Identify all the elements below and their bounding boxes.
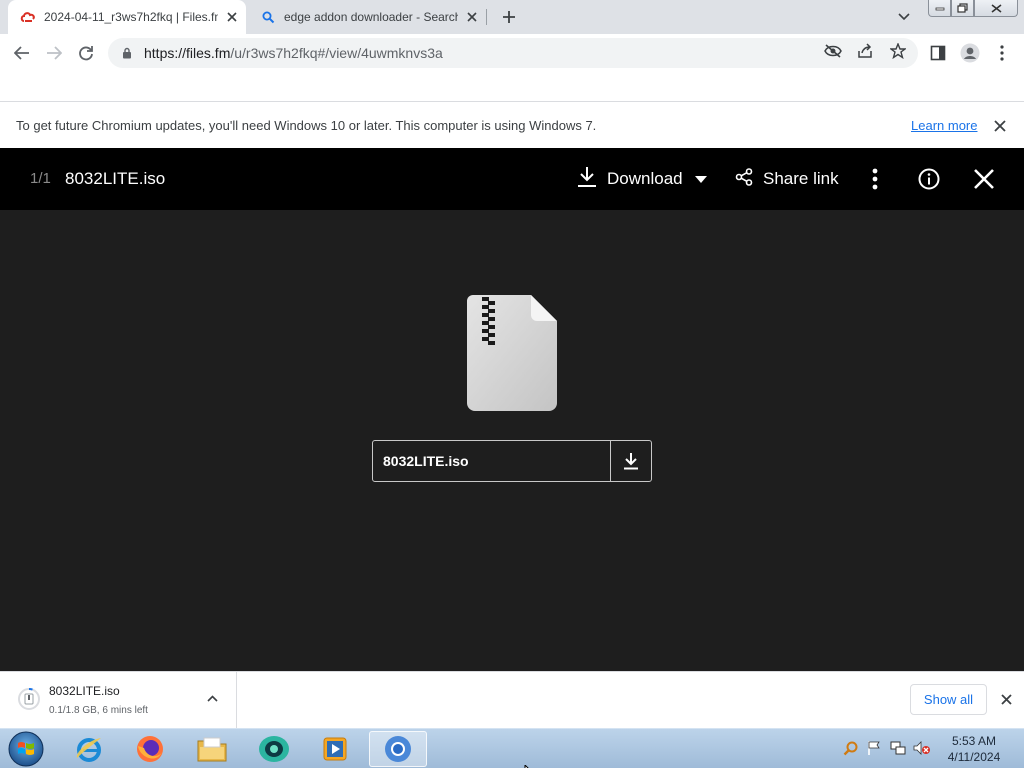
tab-title: edge addon downloader - Search [284,10,458,24]
lock-icon[interactable] [120,47,134,59]
tab-title: 2024-04-11_r3ws7h2fkq | Files.fm [44,10,218,24]
search-tray-icon[interactable] [842,739,860,757]
forward-arrow-icon[interactable] [42,41,66,65]
file-counter: 1/1 [30,170,51,187]
reload-icon[interactable] [74,41,98,65]
minimize-icon[interactable] [928,0,951,17]
file-card-name: 8032LITE.iso [383,453,469,469]
download-item-status: 0.1/1.8 GB, 6 mins left [49,705,148,716]
download-label: Download [607,169,683,188]
download-item-name: 8032LITE.iso [49,684,120,698]
firefox-icon[interactable] [121,731,179,767]
caret-down-icon[interactable] [694,175,707,183]
internet-explorer-icon[interactable] [60,731,118,767]
download-shelf: 8032LITE.iso 0.1/1.8 GB, 6 mins left Sho… [0,671,1024,728]
browser-toolbar: https://files.fm/u/r3ws7h2fkq#/view/4uwm… [0,34,1024,72]
system-clock[interactable]: 5:53 AM 4/11/2024 [940,733,1008,765]
menu-kebab-icon[interactable] [990,41,1014,65]
window-close-icon[interactable] [974,0,1018,17]
info-icon[interactable] [916,165,942,193]
learn-more-link[interactable]: Learn more [911,118,977,133]
file-viewer: 1/1 8032LITE.iso Download Share link 803… [0,148,1024,671]
side-panel-icon[interactable] [926,41,950,65]
more-options-icon[interactable] [865,165,885,193]
tab-search-chevron-icon[interactable] [894,8,914,26]
back-arrow-icon[interactable] [10,41,34,65]
window-controls [928,0,1018,17]
update-infobar: To get future Chromium updates, you'll n… [0,103,1024,148]
chromium-icon[interactable] [369,731,427,767]
zip-file-icon [467,295,557,411]
tab-filesfm[interactable]: 2024-04-11_r3ws7h2fkq | Files.fm [8,0,246,34]
viewer-header: 1/1 8032LITE.iso Download Share link [0,148,1024,210]
new-tab-icon[interactable] [498,6,520,28]
address-bar[interactable]: https://files.fm/u/r3ws7h2fkq#/view/4uwm… [108,38,918,68]
app-green-icon[interactable] [245,731,303,767]
download-icon [577,166,597,193]
close-tab-icon[interactable] [224,9,240,25]
file-explorer-icon[interactable] [183,731,241,767]
file-download-icon[interactable] [610,441,651,481]
windows-taskbar: 5:53 AM 4/11/2024 [0,728,1024,768]
profile-avatar-icon[interactable] [958,41,982,65]
viewer-close-icon[interactable] [972,165,996,193]
chevron-up-icon[interactable] [204,690,220,706]
share-icon[interactable] [854,40,876,62]
tab-search[interactable]: edge addon downloader - Search [248,0,486,34]
url-text: https://files.fm/u/r3ws7h2fkq#/view/4uwm… [144,45,443,61]
eye-off-icon[interactable] [822,40,844,62]
download-button[interactable]: Download [577,165,707,193]
bookmark-bar [0,72,1024,102]
url-domain: https://files.fm [144,45,231,61]
start-button-icon[interactable] [6,731,46,767]
share-label: Share link [763,169,839,188]
network-icon[interactable] [889,739,907,757]
close-icon[interactable] [991,117,1009,135]
share-nodes-icon [735,167,753,191]
bookmark-star-icon[interactable] [887,40,909,62]
download-item[interactable]: 8032LITE.iso 0.1/1.8 GB, 6 mins left [0,672,237,728]
show-all-button[interactable]: Show all [910,684,987,715]
download-progress-icon [18,688,40,710]
screen: 2024-04-11_r3ws7h2fkq | Files.fm edge ad… [0,0,1024,768]
file-card[interactable]: 8032LITE.iso [372,440,652,482]
clock-date: 4/11/2024 [947,750,1001,764]
media-player-icon[interactable] [306,731,364,767]
shelf-close-icon[interactable] [997,690,1015,708]
share-link-button[interactable]: Share link [735,165,839,193]
infobar-message: To get future Chromium updates, you'll n… [16,118,597,133]
clock-time: 5:53 AM [951,734,997,748]
mouse-cursor-icon [524,760,534,768]
viewer-filename: 8032LITE.iso [65,169,166,188]
volume-muted-icon[interactable] [913,739,931,757]
tab-strip: 2024-04-11_r3ws7h2fkq | Files.fm edge ad… [0,0,1024,34]
restore-icon[interactable] [951,0,974,17]
search-icon [260,9,276,25]
action-center-flag-icon[interactable] [865,739,883,757]
tab-separator [486,9,487,25]
close-tab-icon[interactable] [464,9,480,25]
url-path: /u/r3ws7h2fkq#/view/4uwmknvs3a [230,45,443,61]
filesfm-logo-icon [20,9,36,25]
